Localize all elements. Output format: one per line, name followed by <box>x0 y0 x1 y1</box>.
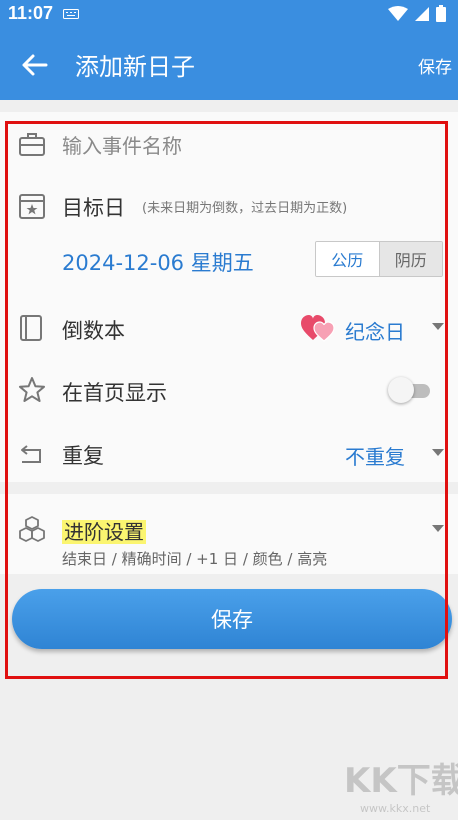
target-day-label: 目标日 <box>62 196 125 220</box>
switch-knob <box>388 377 414 403</box>
svg-text:KK下载: KK下载 <box>344 761 458 801</box>
date-picker-value[interactable]: 2024-12-06 星期五 <box>62 247 254 277</box>
repeat-icon <box>21 445 41 463</box>
hearts-icon <box>301 315 335 342</box>
repeat-dropdown-icon[interactable] <box>432 449 444 456</box>
solar-calendar-option[interactable]: 公历 <box>316 242 380 276</box>
star-icon <box>19 377 45 402</box>
show-on-home-label: 在首页显示 <box>62 381 167 405</box>
form-card <box>0 112 458 482</box>
book-icon <box>20 315 42 341</box>
calendar-star-icon <box>19 194 45 219</box>
repeat-label: 重复 <box>62 444 104 468</box>
watermark-logo: KK下载 www.kkx.net <box>344 761 458 815</box>
book-select[interactable]: 纪念日 <box>345 316 405 345</box>
page-title: 添加新日子 <box>75 53 195 81</box>
repeat-select[interactable]: 不重复 <box>345 441 405 470</box>
book-dropdown-icon[interactable] <box>432 323 444 330</box>
appbar-save-button[interactable]: 保存 <box>418 53 452 78</box>
advanced-expand-icon[interactable] <box>432 525 444 532</box>
wifi-icon <box>388 5 408 21</box>
signal-icon <box>415 6 429 21</box>
save-button[interactable]: 保存 <box>12 589 452 649</box>
cubes-icon <box>19 516 45 542</box>
target-day-hint: (未来日期为倒数，过去日期为正数) <box>142 201 348 216</box>
app-bar: 添加新日子 保存 <box>0 27 458 100</box>
battery-icon <box>436 5 446 22</box>
advanced-settings-title: 进阶设置 <box>62 516 146 545</box>
show-on-home-switch[interactable] <box>388 377 432 403</box>
book-label: 倒数本 <box>62 319 125 343</box>
lunar-calendar-option[interactable]: 阴历 <box>379 242 442 276</box>
briefcase-icon <box>19 133 45 156</box>
status-time: 11:07 <box>8 3 54 23</box>
status-bar: 11:07 <box>0 0 458 27</box>
calendar-type-toggle: 公历 阴历 <box>315 241 443 277</box>
svg-text:www.kkx.net: www.kkx.net <box>360 802 431 815</box>
event-name-input[interactable]: 输入事件名称 <box>62 130 182 159</box>
back-arrow-icon[interactable] <box>18 49 50 81</box>
keyboard-icon <box>63 8 80 19</box>
advanced-settings-subtitle: 结束日 / 精确时间 / +1 日 / 颜色 / 高亮 <box>62 550 328 568</box>
advanced-settings-title-text: 进阶设置 <box>62 520 146 544</box>
